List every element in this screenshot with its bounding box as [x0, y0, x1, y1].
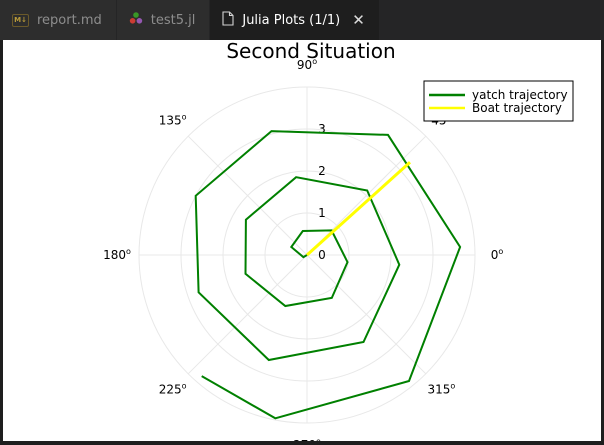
close-icon[interactable]: ✕	[352, 11, 365, 29]
angle-tick-label: 0o	[491, 247, 504, 262]
angle-tick-label: 270o	[293, 437, 321, 441]
radial-tick-label: 2	[318, 164, 326, 178]
legend: yatch trajectory Boat trajectory	[423, 80, 574, 122]
angle-tick-label: 225o	[159, 381, 187, 396]
tab-label: Julia Plots (1/1)	[242, 12, 341, 28]
angle-tick-label: 180o	[103, 247, 131, 262]
tab-test5-jl[interactable]: test5.jl	[116, 0, 211, 40]
radial-tick-label: 0	[318, 248, 326, 262]
plot-pane: Second Situation 0123 0o45o90o135o180o22…	[3, 39, 601, 445]
markdown-file-icon: M↓	[12, 13, 29, 27]
tab-label: test5.jl	[150, 12, 196, 28]
tab-julia-plots[interactable]: Julia Plots (1/1) ✕	[210, 0, 380, 40]
radial-tick-label: 1	[318, 206, 326, 220]
angle-tick-label: 135o	[159, 113, 187, 128]
series-layer	[194, 130, 462, 420]
legend-label: Boat trajectory	[472, 101, 562, 115]
angle-tick-label: 90o	[297, 57, 317, 72]
grid-spoke	[187, 135, 308, 256]
polar-chart: Second Situation 0123 0o45o90o135o180o22…	[103, 39, 574, 445]
julia-file-icon	[129, 11, 143, 29]
tab-report-md[interactable]: M↓ report.md	[0, 0, 117, 40]
legend-label: yatch trajectory	[472, 88, 568, 102]
tab-label: report.md	[37, 12, 102, 28]
yacht-trajectory-line	[194, 130, 462, 420]
document-icon	[222, 10, 234, 30]
angle-tick-label: 315o	[427, 381, 455, 396]
editor-tab-bar: M↓ report.md test5.jl Julia Plots (1/1) …	[0, 0, 604, 40]
grid-spoke	[306, 254, 427, 375]
radial-tick-label: 3	[318, 122, 326, 136]
